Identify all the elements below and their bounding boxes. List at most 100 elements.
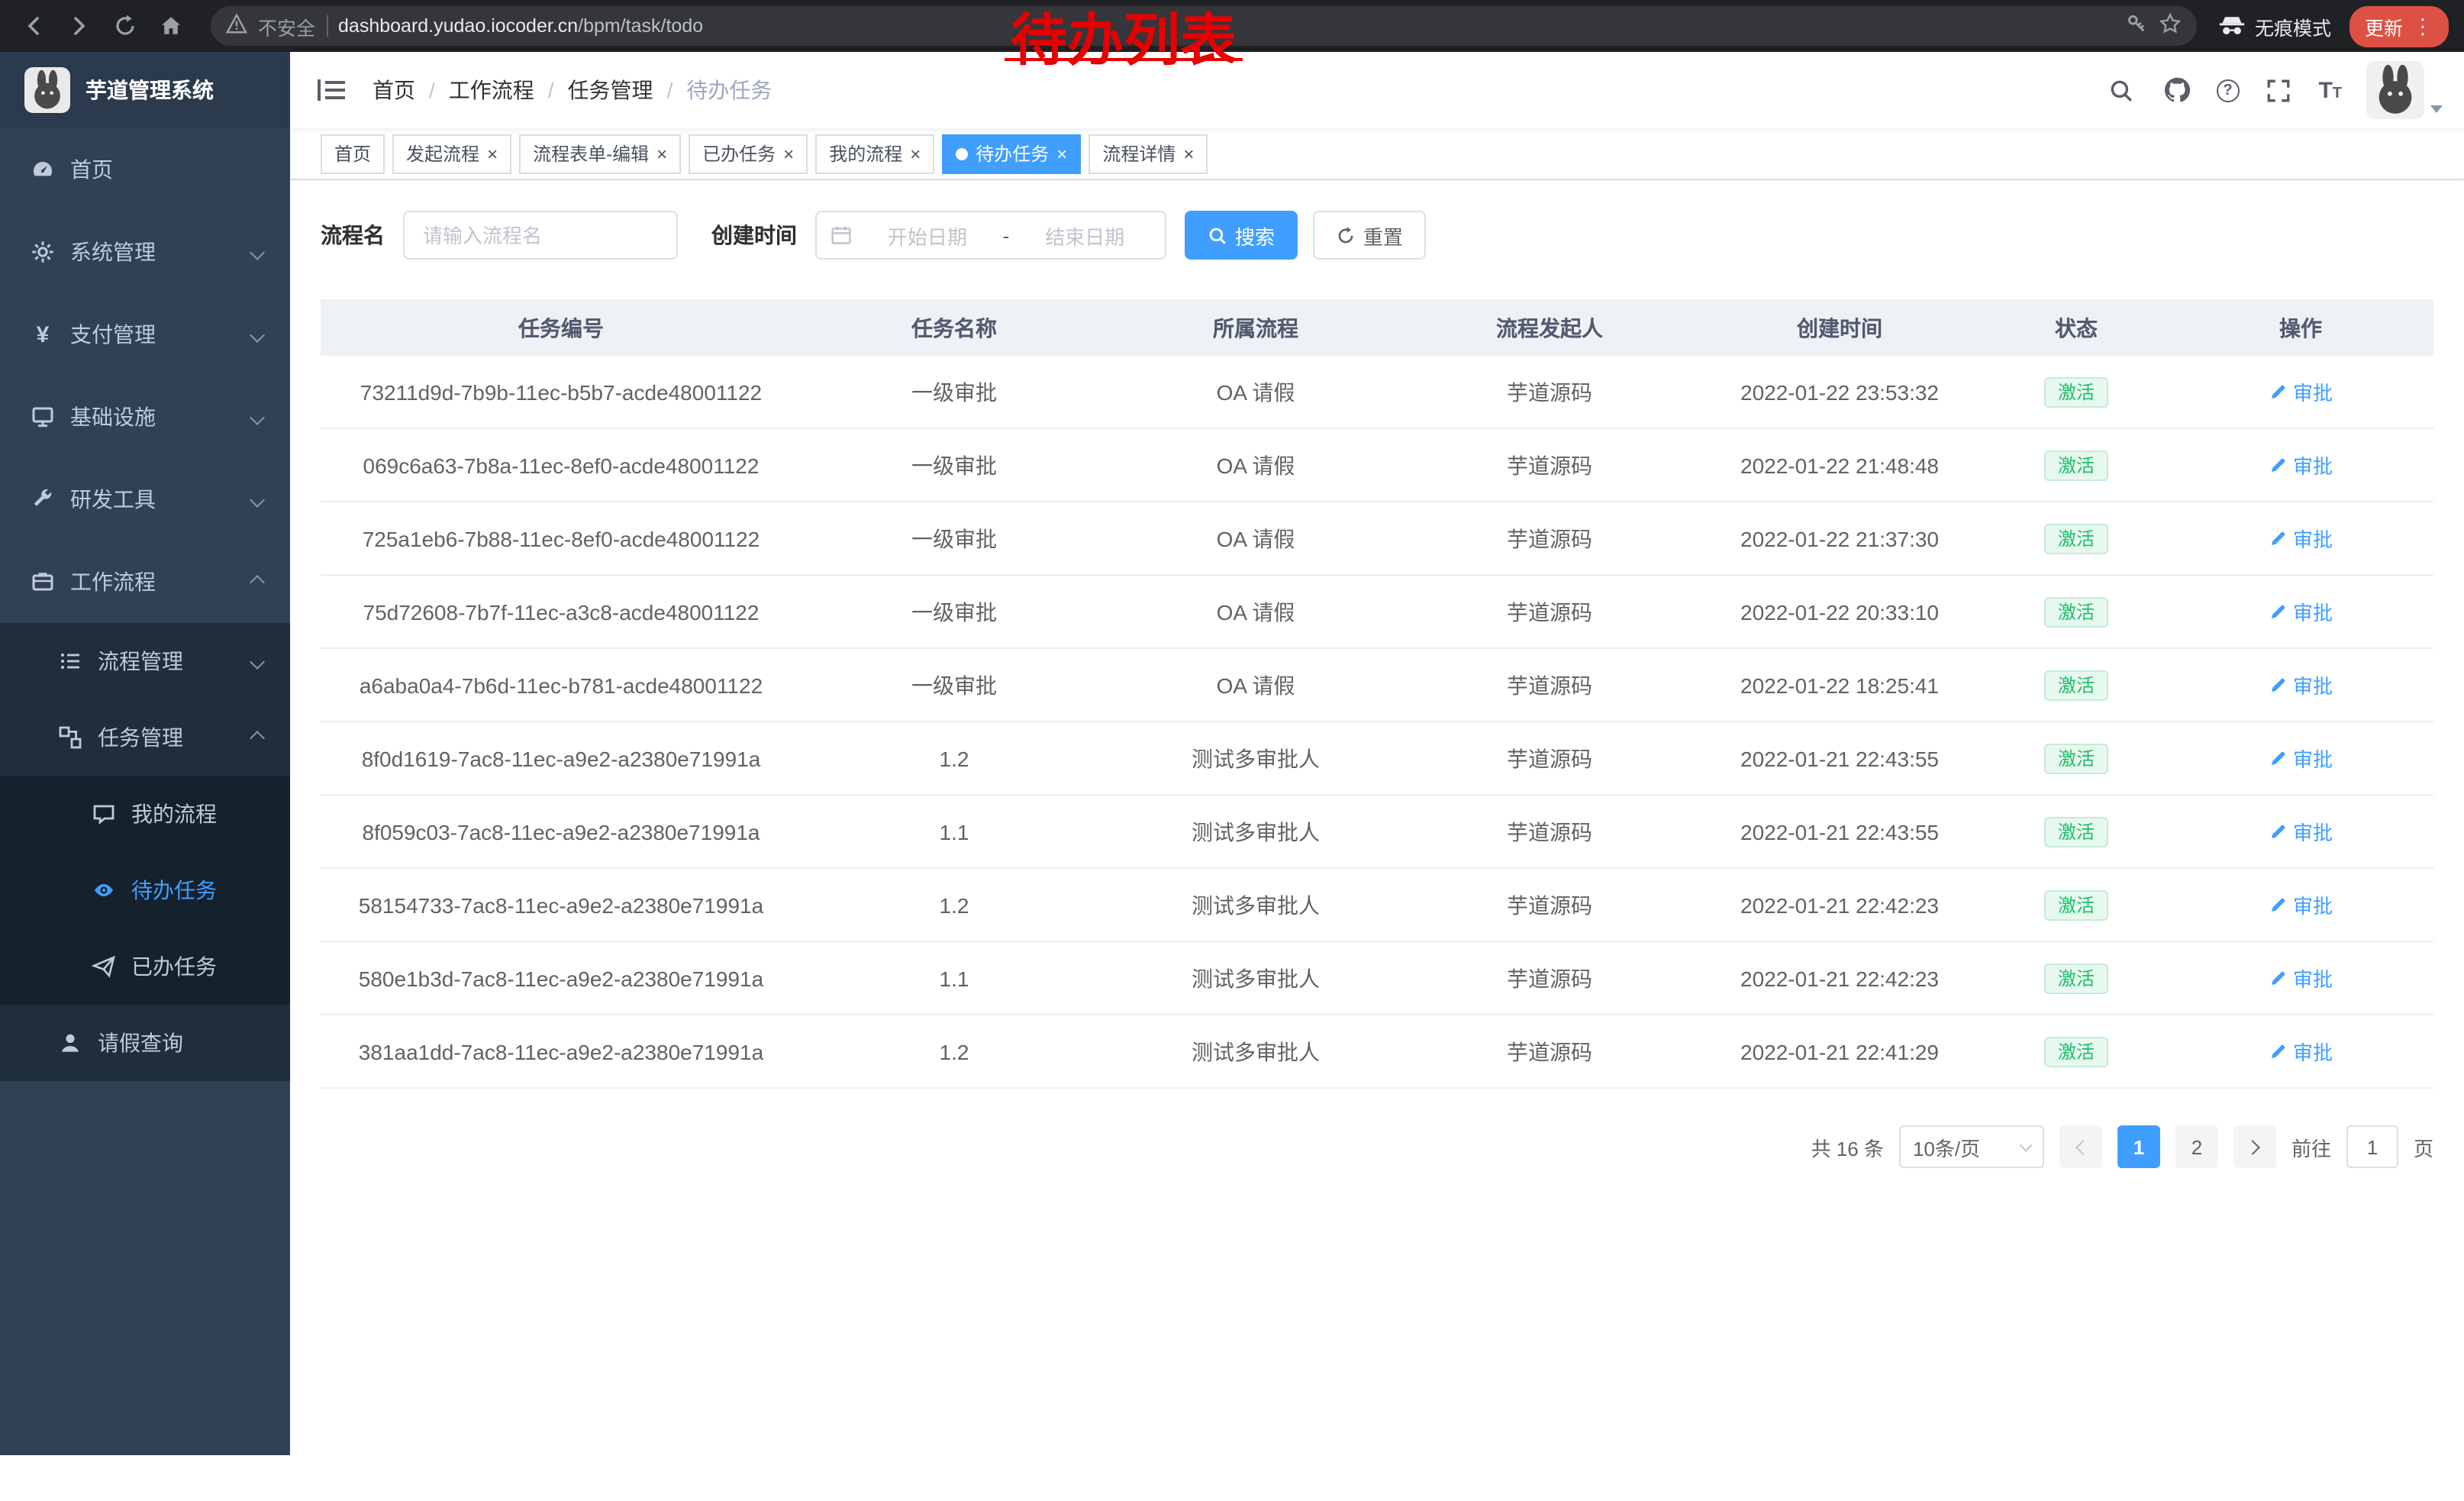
col-task-id: 任务编号	[321, 312, 801, 343]
sidebar-item-process-mgmt[interactable]: 流程管理	[0, 623, 290, 699]
approve-link[interactable]: 审批	[2269, 524, 2333, 553]
approve-link[interactable]: 审批	[2269, 744, 2333, 773]
sidebar-item-system[interactable]: 系统管理	[0, 211, 290, 293]
task-process: OA 请假	[1107, 596, 1405, 627]
breadcrumb-task-mgmt[interactable]: 任务管理	[568, 75, 653, 105]
password-key-icon[interactable]	[2125, 12, 2148, 40]
date-range-picker[interactable]: 开始日期 - 结束日期	[815, 211, 1166, 260]
browser-menu-icon[interactable]: ⋮	[2412, 13, 2433, 39]
end-date-placeholder[interactable]: 结束日期	[1018, 221, 1151, 250]
sidebar-item-devtools[interactable]: 研发工具	[0, 458, 290, 541]
close-icon[interactable]: ×	[783, 144, 794, 163]
chevron-down-icon	[2019, 1138, 2032, 1151]
task-created: 2022-01-21 22:42:23	[1695, 893, 1985, 917]
breadcrumb-home[interactable]: 首页	[373, 75, 415, 105]
sidebar-item-infra[interactable]: 基础设施	[0, 376, 290, 458]
task-id: 75d72608-7b7f-11ec-a3c8-acde48001122	[321, 599, 801, 624]
task-id: 8f0d1619-7ac8-11ec-a9e2-a2380e71991a	[321, 746, 801, 770]
approve-link[interactable]: 审批	[2269, 890, 2333, 919]
breadcrumb-workflow[interactable]: 工作流程	[449, 75, 534, 105]
incognito-badge: 无痕模式	[2218, 11, 2331, 40]
top-navbar: 首页 / 工作流程 / 任务管理 / 待办任务 ?	[290, 52, 2464, 128]
table-header-row: 任务编号 任务名称 所属流程 流程发起人 创建时间 状态 操作	[321, 301, 2433, 356]
security-label[interactable]: 不安全	[258, 11, 315, 40]
sidebar: 芋道管理系统 首页 系统管理 ¥ 支付管理 基础设施	[0, 52, 290, 1455]
task-created: 2022-01-22 18:25:41	[1695, 673, 1985, 697]
yen-icon: ¥	[31, 322, 55, 347]
approve-link[interactable]: 审批	[2269, 670, 2333, 699]
font-size-icon[interactable]: TT	[2318, 77, 2342, 103]
approve-link[interactable]: 审批	[2269, 817, 2333, 846]
app-logo-row[interactable]: 芋道管理系统	[0, 52, 290, 128]
approve-link[interactable]: 审批	[2269, 597, 2333, 626]
col-status: 状态	[1985, 312, 2168, 343]
eye-icon	[92, 878, 116, 902]
table-row: 580e1b3d-7ac8-11ec-a9e2-a2380e71991a 1.1…	[321, 942, 2433, 1015]
sidebar-toggle-icon[interactable]	[314, 73, 348, 107]
status-badge: 激活	[2044, 450, 2108, 480]
goto-label: 前往	[2291, 1132, 2331, 1161]
task-id: a6aba0a4-7b6d-11ec-b781-acde48001122	[321, 673, 801, 697]
col-initiator: 流程发起人	[1405, 312, 1695, 343]
page-button-1[interactable]: 1	[2117, 1125, 2160, 1168]
reload-icon[interactable]	[107, 8, 144, 44]
tab-form-edit[interactable]: 流程表单-编辑×	[519, 134, 681, 173]
task-initiator: 芋道源码	[1405, 963, 1695, 993]
tab-process-detail[interactable]: 流程详情×	[1088, 134, 1208, 173]
tab-my-process[interactable]: 我的流程×	[815, 134, 934, 173]
process-name-input[interactable]	[403, 211, 678, 260]
search-icon[interactable]	[2106, 75, 2137, 105]
page-size-select[interactable]: 10条/页	[1899, 1125, 2044, 1168]
tab-done-tasks[interactable]: 已办任务×	[689, 134, 808, 173]
sidebar-item-workflow[interactable]: 工作流程	[0, 541, 290, 623]
close-icon[interactable]: ×	[487, 144, 498, 163]
tab-todo-tasks[interactable]: 待办任务×	[942, 134, 1081, 173]
approve-link[interactable]: 审批	[2269, 1037, 2333, 1066]
status-badge: 激活	[2044, 670, 2108, 700]
next-page-button[interactable]	[2233, 1125, 2276, 1168]
forward-icon[interactable]	[61, 8, 98, 44]
task-initiator: 芋道源码	[1405, 1036, 1695, 1067]
omnibox-divider	[326, 15, 327, 37]
tab-start-process[interactable]: 发起流程×	[392, 134, 511, 173]
close-icon[interactable]: ×	[1183, 144, 1194, 163]
fullscreen-icon[interactable]	[2263, 75, 2294, 105]
back-icon[interactable]	[15, 8, 52, 44]
close-icon[interactable]: ×	[656, 144, 667, 163]
sidebar-item-done-tasks[interactable]: 已办任务	[0, 928, 290, 1005]
approve-link[interactable]: 审批	[2269, 450, 2333, 479]
close-icon[interactable]: ×	[1056, 144, 1067, 163]
tab-home[interactable]: 首页	[321, 134, 385, 173]
github-icon[interactable]	[2161, 75, 2191, 105]
start-date-placeholder[interactable]: 开始日期	[861, 221, 994, 250]
task-initiator: 芋道源码	[1405, 596, 1695, 627]
help-icon[interactable]: ?	[2216, 79, 2239, 102]
sidebar-item-task-mgmt[interactable]: 任务管理	[0, 699, 290, 776]
sidebar-item-payment[interactable]: ¥ 支付管理	[0, 293, 290, 376]
sidebar-item-my-process[interactable]: 我的流程	[0, 776, 290, 852]
status-badge: 激活	[2044, 1036, 2108, 1067]
col-created: 创建时间	[1695, 312, 1985, 343]
update-button[interactable]: 更新 ⋮	[2350, 5, 2449, 47]
approve-link[interactable]: 审批	[2269, 964, 2333, 993]
reset-button[interactable]: 重置	[1313, 211, 1426, 260]
goto-page-input[interactable]	[2346, 1125, 2398, 1168]
close-icon[interactable]: ×	[910, 144, 921, 163]
task-process: 测试多审批人	[1107, 889, 1405, 920]
approve-link[interactable]: 审批	[2269, 377, 2333, 406]
user-avatar[interactable]	[2366, 61, 2443, 119]
sidebar-item-leave-query[interactable]: 请假查询	[0, 1005, 290, 1081]
active-dot	[956, 147, 968, 160]
sidebar-item-todo-tasks[interactable]: 待办任务	[0, 852, 290, 928]
sidebar-item-home[interactable]: 首页	[0, 128, 290, 211]
task-id: 069c6a63-7b8a-11ec-8ef0-acde48001122	[321, 453, 801, 477]
search-button[interactable]: 搜索	[1185, 211, 1298, 260]
prev-page-button[interactable]	[2059, 1125, 2102, 1168]
warning-icon	[226, 14, 247, 38]
page-button-2[interactable]: 2	[2175, 1125, 2218, 1168]
bookmark-star-icon[interactable]	[2159, 12, 2182, 40]
home-icon[interactable]	[153, 8, 189, 44]
tags-view-bar: 首页 发起流程× 流程表单-编辑× 已办任务× 我的流程× 待办任务× 流程详情…	[290, 128, 2464, 180]
table-row: 069c6a63-7b8a-11ec-8ef0-acde48001122 一级审…	[321, 429, 2433, 502]
edit-icon	[2269, 383, 2287, 401]
